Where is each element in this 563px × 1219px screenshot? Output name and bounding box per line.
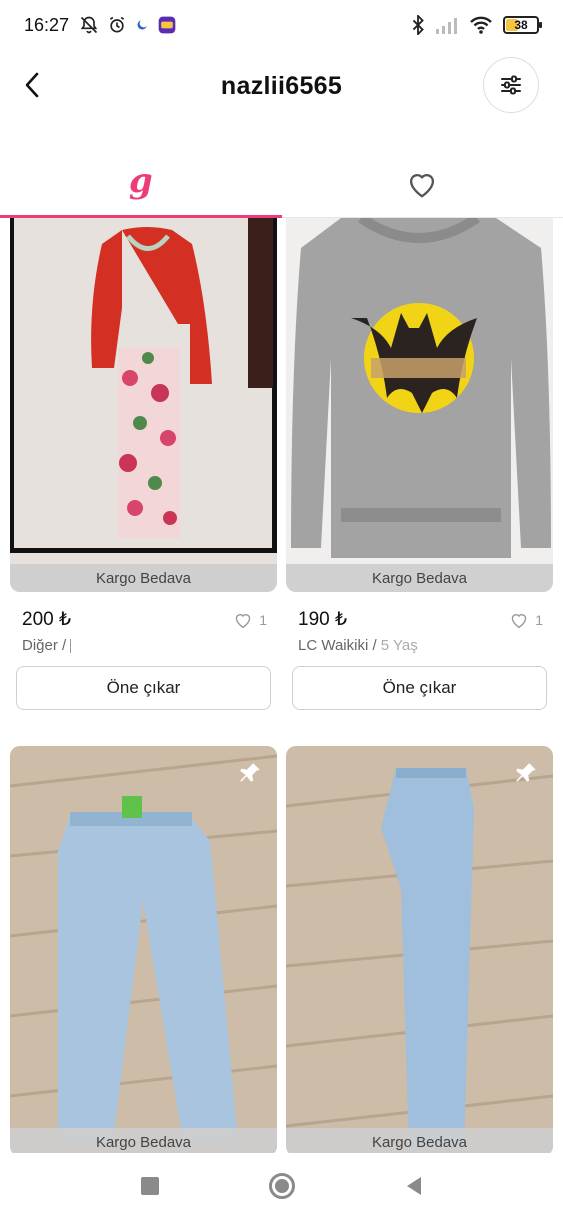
like-count-value: 1 xyxy=(535,611,543,628)
brand-name: Diğer / xyxy=(22,637,71,654)
product-brand: LC Waikiki / 5 Yaş xyxy=(286,637,553,654)
tab-favorites[interactable] xyxy=(282,150,563,217)
product-price: 200 ₺ xyxy=(22,609,72,630)
moon-icon xyxy=(137,20,147,30)
product-image-dress[interactable]: Kargo Bedava xyxy=(10,218,277,592)
profile-tabs: g xyxy=(0,150,563,218)
text-cursor xyxy=(70,639,72,654)
heart-outline-icon xyxy=(511,613,527,628)
jeans-photo xyxy=(286,746,553,1153)
like-count[interactable]: 1 xyxy=(233,611,267,629)
back-button[interactable] xyxy=(16,63,48,107)
battery-level: 38 xyxy=(514,18,528,32)
page-title: nazlii6565 xyxy=(220,71,343,100)
jeans-photo xyxy=(10,746,277,1153)
gardrops-logo-icon: g xyxy=(128,160,153,201)
promote-button[interactable]: Öne çıkar xyxy=(292,666,547,710)
status-right: 38 xyxy=(411,0,542,50)
app-notification-icon xyxy=(158,16,176,34)
back-triangle-icon[interactable] xyxy=(405,1176,423,1196)
status-left-icons xyxy=(79,15,177,35)
cellular-signal-icon xyxy=(436,18,457,34)
status-time: 16:27 xyxy=(24,14,70,35)
free-shipping-badge: Kargo Bedava xyxy=(10,1128,277,1153)
product-image-sweater[interactable]: Kargo Bedava xyxy=(286,218,553,592)
chevron-left-icon xyxy=(25,72,39,98)
alarm-clock-icon xyxy=(109,16,125,33)
heart-outline-icon xyxy=(410,173,435,197)
price-row: 190 ₺ 1 xyxy=(286,608,553,631)
bell-off-icon xyxy=(80,16,98,34)
brand-name: LC Waikiki / xyxy=(298,637,381,654)
free-shipping-badge: Kargo Bedava xyxy=(10,564,277,592)
free-shipping-badge: Kargo Bedava xyxy=(286,564,553,592)
heart-outline-icon xyxy=(235,613,251,628)
product-image-jeans[interactable]: Kargo Bedava xyxy=(286,746,553,1153)
system-nav-bar xyxy=(0,1153,563,1219)
pin-icon[interactable] xyxy=(237,760,263,786)
product-card[interactable]: Kargo Bedava 190 ₺ 1 LC Waikiki / 5 Yaş … xyxy=(286,218,553,710)
home-button[interactable] xyxy=(268,1173,295,1199)
dress-photo xyxy=(10,218,277,592)
tab-listings[interactable]: g xyxy=(0,150,282,218)
header: nazlii6565 xyxy=(0,55,563,117)
promote-button[interactable]: Öne çıkar xyxy=(16,666,271,710)
status-bar: 16:27 38 xyxy=(0,0,563,50)
product-size: 5 Yaş xyxy=(380,637,418,654)
product-brand: Diğer / xyxy=(10,637,277,654)
like-count-value: 1 xyxy=(259,611,267,628)
sweater-photo xyxy=(286,218,553,592)
product-grid: Kargo Bedava 200 ₺ 1 Diğer / Öne çıkar K… xyxy=(0,218,563,1153)
free-shipping-badge: Kargo Bedava xyxy=(286,1128,553,1153)
battery-indicator: 38 xyxy=(503,16,542,34)
product-price: 190 ₺ xyxy=(298,609,348,630)
price-row: 200 ₺ 1 xyxy=(10,608,277,631)
product-card[interactable]: Kargo Bedava 200 ₺ 1 Diğer / Öne çıkar xyxy=(10,218,277,710)
recent-apps-button[interactable] xyxy=(140,1177,159,1195)
filter-button[interactable] xyxy=(483,57,539,113)
bluetooth-icon xyxy=(412,15,424,35)
home-button-dot xyxy=(274,1179,289,1193)
pin-icon[interactable] xyxy=(513,760,539,786)
product-card[interactable]: Kargo Bedava xyxy=(10,746,277,1153)
product-image-jeans[interactable]: Kargo Bedava xyxy=(10,746,277,1153)
wifi-icon xyxy=(470,16,492,34)
product-card[interactable]: Kargo Bedava xyxy=(286,746,553,1153)
like-count[interactable]: 1 xyxy=(509,611,543,629)
sliders-icon xyxy=(501,75,521,95)
